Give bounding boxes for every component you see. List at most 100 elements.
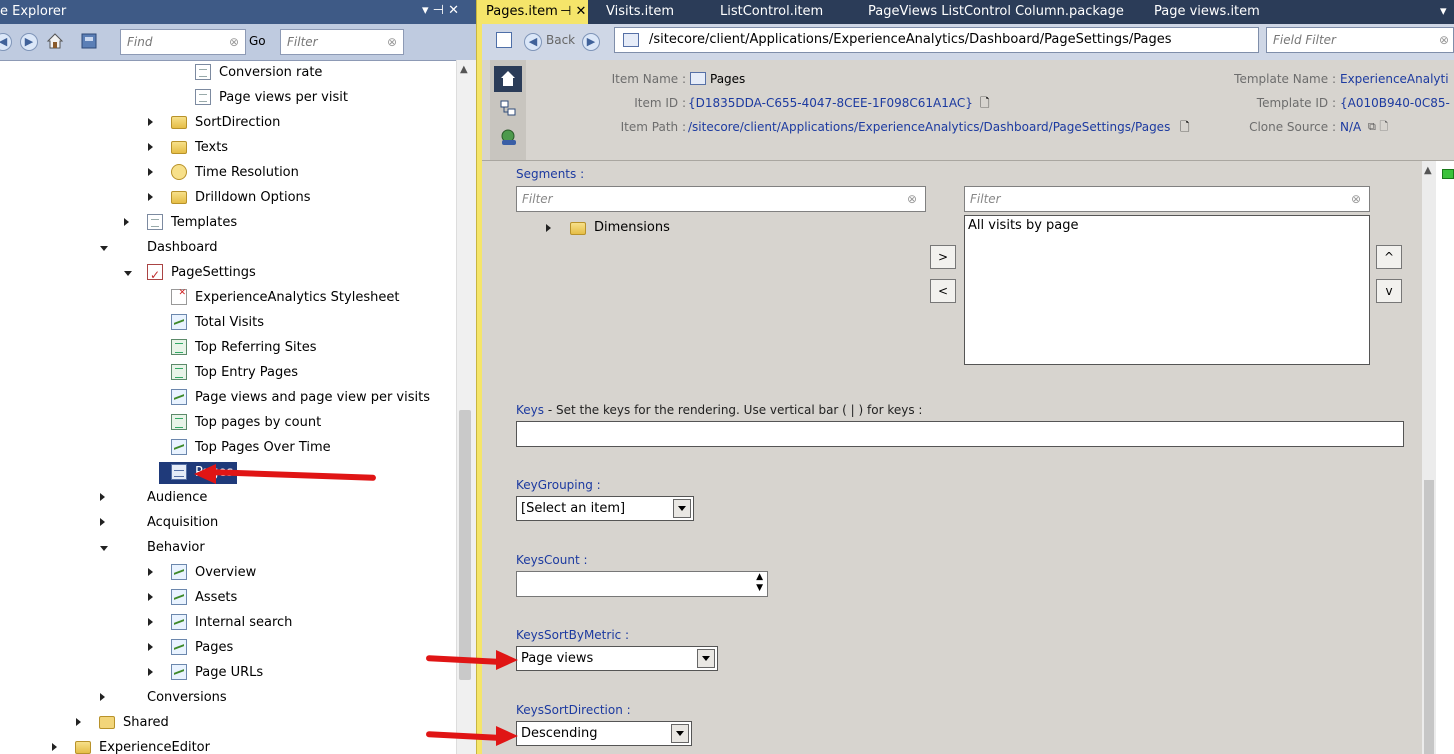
expand-arrow-icon[interactable] (100, 493, 105, 501)
find-input[interactable]: Find ⊗ (120, 29, 246, 55)
filter-input[interactable]: Filter ⊗ (280, 29, 404, 55)
clear-icon[interactable]: ⊗ (907, 192, 917, 206)
clear-icon[interactable]: ⊗ (387, 35, 397, 49)
chevron-down-icon[interactable] (671, 724, 689, 743)
keyssortdirection-select[interactable]: Descending (516, 721, 692, 746)
collapse-arrow-icon[interactable] (100, 546, 108, 551)
expand-arrow-icon[interactable] (76, 718, 81, 726)
collapse-arrow-icon[interactable] (124, 271, 132, 276)
move-up-button[interactable]: ^ (1376, 245, 1402, 269)
tree-item[interactable]: Top pages by count (0, 410, 456, 435)
clear-icon[interactable]: ⊗ (1439, 33, 1449, 47)
expand-arrow-icon[interactable] (124, 218, 129, 226)
clear-icon[interactable]: ⊗ (1351, 192, 1361, 206)
home-icon[interactable] (494, 66, 522, 92)
chevron-down-icon[interactable] (697, 649, 715, 668)
tree-item[interactable]: Top Referring Sites (0, 335, 456, 360)
expand-arrow-icon[interactable] (148, 168, 153, 176)
tree-item[interactable]: Behavior (0, 535, 456, 560)
tree-item[interactable]: Page URLs (0, 660, 456, 685)
tree-item[interactable]: SortDirection (0, 110, 456, 135)
tree-item[interactable]: Total Visits (0, 310, 456, 335)
tree-item[interactable]: Time Resolution (0, 160, 456, 185)
tree-item[interactable]: Internal search (0, 610, 456, 635)
fields-scrollbar-thumb[interactable] (1424, 480, 1434, 754)
dimensions-tree-item[interactable]: Dimensions (594, 220, 670, 235)
tab-page-views-item[interactable]: Page views.item (1154, 0, 1260, 24)
item-path-value[interactable]: /sitecore/client/Applications/Experience… (688, 120, 1170, 134)
validation-status-icon[interactable] (1442, 169, 1454, 179)
clear-icon[interactable]: ⊗ (229, 35, 239, 49)
tree-item[interactable]: Templates (0, 210, 456, 235)
tree-item[interactable]: Pages (0, 635, 456, 660)
tree-item[interactable]: Shared (0, 710, 456, 735)
database-icon[interactable] (80, 32, 98, 50)
keyssortbymetric-select[interactable]: Page views (516, 646, 718, 671)
template-id-value[interactable]: {A010B940-0C85- (1340, 96, 1450, 110)
expand-arrow-icon[interactable] (148, 143, 153, 151)
move-right-button[interactable]: > (930, 245, 956, 269)
tab-overflow-icon[interactable]: ▾ (1440, 0, 1447, 24)
item-id-value[interactable]: {D1835DDA-C655-4047-8CEE-1F098C61A1AC} (688, 96, 973, 110)
tab-listcontrol-item[interactable]: ListControl.item (720, 0, 823, 24)
tree-item[interactable]: ExperienceAnalytics Stylesheet (0, 281, 456, 310)
tree-item[interactable]: Top Entry Pages (0, 360, 456, 385)
selected-segment-item[interactable]: All visits by page (968, 218, 1079, 233)
expand-arrow-icon[interactable] (148, 193, 153, 201)
forward-icon[interactable]: ▶ (20, 33, 38, 51)
collapse-arrow-icon[interactable] (100, 246, 108, 251)
expand-arrow-icon[interactable] (148, 118, 153, 126)
expand-arrow-icon[interactable] (148, 618, 153, 626)
forward-icon[interactable]: ▶ (582, 33, 600, 51)
home-icon[interactable] (46, 32, 64, 50)
tab-pages-item[interactable]: Pages.item (482, 0, 562, 24)
item-menu-icon[interactable] (496, 32, 512, 48)
tab-pin-close-icons[interactable]: ⊣ ✕ (558, 0, 589, 24)
expand-arrow-icon[interactable] (100, 518, 105, 526)
structure-icon[interactable] (500, 100, 516, 116)
segments-selected-list[interactable]: All visits by page (964, 215, 1370, 365)
back-icon[interactable]: ◀ (0, 33, 12, 51)
move-left-button[interactable]: < (930, 279, 956, 303)
item-path-input[interactable]: /sitecore/client/Applications/Experience… (614, 27, 1259, 53)
chevron-down-icon[interactable] (673, 499, 691, 518)
copy-icon[interactable]: ⧉ 🗋 (1368, 118, 1388, 137)
tree-item[interactable]: PageSettings (0, 260, 456, 288)
expand-arrow-icon[interactable] (546, 224, 551, 232)
tab-visits-item[interactable]: Visits.item (606, 0, 674, 24)
expand-arrow-icon[interactable] (100, 693, 105, 701)
tree-item[interactable]: Page views per visit (0, 85, 456, 110)
field-filter-input[interactable]: Field Filter ⊗ (1266, 27, 1454, 53)
tree-item[interactable]: Page views and page view per visits (0, 385, 456, 410)
tree-item[interactable]: Top Pages Over Time (0, 435, 456, 460)
tree-item[interactable]: Assets (0, 585, 456, 610)
tree-item[interactable]: Conversions (0, 685, 456, 710)
back-icon[interactable]: ◀ (524, 33, 542, 51)
expand-arrow-icon[interactable] (148, 568, 153, 576)
panel-window-controls[interactable]: ▾ ⊣ ✕ (422, 3, 459, 18)
keyscount-stepper[interactable]: ▲ ▼ (516, 571, 768, 597)
template-name-value[interactable]: ExperienceAnalyti (1340, 72, 1449, 86)
expand-arrow-icon[interactable] (148, 643, 153, 651)
expand-arrow-icon[interactable] (148, 668, 153, 676)
tree-item[interactable]: Conversion rate (0, 60, 456, 85)
expand-arrow-icon[interactable] (52, 743, 57, 751)
go-button[interactable]: Go (249, 34, 266, 48)
back-button[interactable]: Back (546, 33, 575, 47)
keygrouping-select[interactable]: [Select an item] (516, 496, 694, 521)
tree-item[interactable]: Acquisition (0, 510, 456, 535)
copy-icon[interactable]: 🗋 (980, 94, 990, 115)
scroll-up-icon[interactable]: ▲ (1424, 165, 1432, 176)
keys-input[interactable] (516, 421, 1404, 447)
tree-item[interactable]: ExperienceEditor (0, 735, 456, 754)
tree-item[interactable]: Audience (0, 485, 456, 510)
scroll-up-icon[interactable]: ▲ (460, 64, 468, 75)
tree-item[interactable]: Dashboard (0, 235, 456, 260)
tree-item[interactable]: Texts (0, 135, 456, 160)
move-down-button[interactable]: v (1376, 279, 1402, 303)
segments-filter-right[interactable]: Filter ⊗ (964, 186, 1370, 212)
tree-item[interactable]: Drilldown Options (0, 185, 456, 210)
tab-pageviews-package[interactable]: PageViews ListControl Column.package (868, 0, 1124, 24)
expand-arrow-icon[interactable] (148, 593, 153, 601)
segments-filter-left[interactable]: Filter ⊗ (516, 186, 926, 212)
